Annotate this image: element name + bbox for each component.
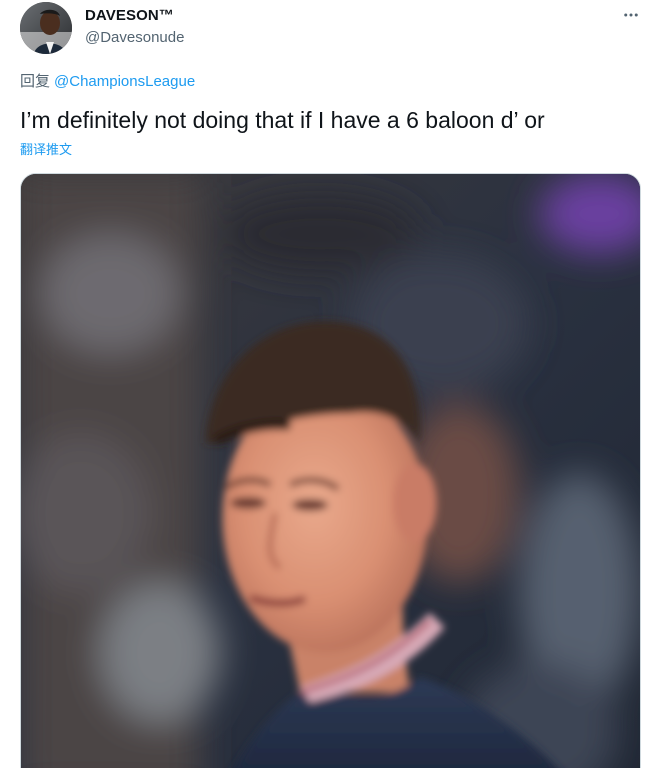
avatar-image xyxy=(20,2,72,54)
more-options-button[interactable] xyxy=(616,2,646,28)
reply-prefix: 回复 xyxy=(20,73,51,90)
translate-tweet-link[interactable]: 翻译推文 xyxy=(20,141,72,159)
player-photo xyxy=(21,174,640,768)
author-avatar[interactable] xyxy=(20,2,72,54)
author-handle[interactable]: @Davesonude xyxy=(85,28,184,48)
author-display-name[interactable]: DAVESON™ xyxy=(85,6,174,26)
tweet-card[interactable]: DAVESON™ @Davesonude 回复 @ChampionsLeague … xyxy=(0,0,667,768)
reply-context: 回复 @ChampionsLeague xyxy=(20,72,195,92)
tweet-text: I’m definitely not doing that if I have … xyxy=(20,107,545,133)
more-horizontal-icon xyxy=(624,13,638,17)
tweet-media-photo[interactable] xyxy=(20,173,641,768)
reply-mention-link[interactable]: @ChampionsLeague xyxy=(54,73,195,90)
